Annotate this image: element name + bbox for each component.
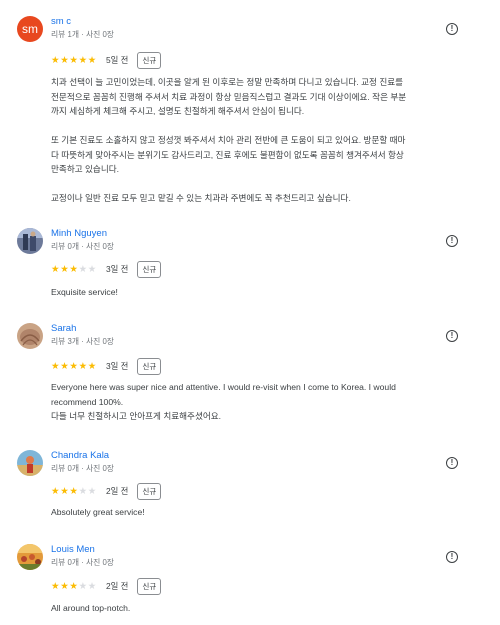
star-filled-icon: ★ [69, 360, 78, 372]
author-name[interactable]: Sarah [51, 323, 76, 334]
author-meta: 리뷰 0개 · 사진 0장 [51, 242, 114, 251]
star-filled-icon: ★ [60, 485, 69, 497]
star-rating: ★ ★ ★ ★ ★ [51, 486, 97, 497]
star-filled-icon: ★ [69, 263, 78, 275]
star-filled-icon: ★ [60, 580, 69, 592]
report-icon[interactable]: ! [446, 551, 458, 563]
author-meta: 리뷰 0개 · 사진 0장 [51, 464, 114, 473]
star-filled-icon: ★ [51, 54, 60, 66]
report-icon[interactable]: ! [446, 23, 458, 35]
review-text: Everyone here was super nice and attenti… [51, 380, 476, 424]
star-empty-icon: ★ [78, 580, 88, 592]
report-icon[interactable]: ! [446, 457, 458, 469]
avatar[interactable] [17, 228, 43, 254]
rating-row: ★ ★ ★ ★ ★ 3일 전 신규 [51, 357, 162, 375]
avatar[interactable]: sm [17, 16, 43, 42]
review-text: 치과 선택이 늘 고민이었는데, 이곳을 알게 된 이후로는 정말 만족하며 다… [51, 75, 476, 206]
review-text: All around top-notch. [51, 601, 476, 616]
new-badge: 신규 [137, 260, 162, 278]
review-paragraph: Absolutely great service! [51, 507, 145, 517]
star-rating: ★ ★ ★ ★ ★ [51, 264, 97, 275]
star-empty-icon: ★ [87, 263, 97, 275]
new-badge: 신규 [137, 482, 162, 500]
star-filled-icon: ★ [60, 360, 69, 372]
review-paragraph: 치과 선택이 늘 고민이었는데, 이곳을 알게 된 이후로는 정말 만족하며 다… [51, 77, 407, 116]
rating-row: ★ ★ ★ ★ ★ 3일 전 신규 [51, 260, 162, 278]
author-meta: 리뷰 3개 · 사진 0장 [51, 337, 114, 346]
new-badge: 신규 [137, 577, 162, 595]
review-date: 2일 전 [105, 581, 129, 591]
star-empty-icon: ★ [87, 580, 97, 592]
star-filled-icon: ★ [60, 54, 69, 66]
rating-row: ★ ★ ★ ★ ★ 2일 전 신규 [51, 482, 162, 500]
star-empty-icon: ★ [78, 485, 88, 497]
new-badge: 신규 [137, 51, 162, 69]
report-icon[interactable]: ! [446, 235, 458, 247]
star-filled-icon: ★ [69, 485, 78, 497]
star-rating: ★ ★ ★ ★ ★ [51, 361, 97, 372]
review-text: Absolutely great service! [51, 505, 476, 520]
rating-row: ★ ★ ★ ★ ★ 2일 전 신규 [51, 577, 162, 595]
avatar[interactable] [17, 450, 43, 476]
review-paragraph: Exquisite service! [51, 287, 118, 297]
review-paragraph: Everyone here was super nice and attenti… [51, 382, 396, 421]
star-filled-icon: ★ [51, 263, 60, 275]
rating-row: ★ ★ ★ ★ ★ 5일 전 신규 [51, 51, 162, 69]
star-rating: ★ ★ ★ ★ ★ [51, 581, 97, 592]
review-date: 5일 전 [105, 55, 129, 65]
star-filled-icon: ★ [51, 485, 60, 497]
author-name[interactable]: Minh Nguyen [51, 228, 107, 239]
star-empty-icon: ★ [87, 485, 97, 497]
avatar[interactable] [17, 544, 43, 570]
report-icon[interactable]: ! [446, 330, 458, 342]
author-meta: 리뷰 0개 · 사진 0장 [51, 558, 114, 567]
review-date: 3일 전 [105, 264, 129, 274]
star-filled-icon: ★ [87, 54, 97, 66]
author-name[interactable]: Louis Men [51, 544, 95, 555]
star-empty-icon: ★ [78, 263, 88, 275]
review-paragraph: All around top-notch. [51, 603, 131, 613]
avatar[interactable] [17, 323, 43, 349]
star-filled-icon: ★ [78, 360, 88, 372]
review-text: Exquisite service! [51, 285, 476, 300]
star-filled-icon: ★ [51, 580, 60, 592]
star-filled-icon: ★ [51, 360, 60, 372]
review-paragraph: 또 기본 진료도 소홀하지 않고 정성껏 봐주셔서 치아 관리 전반에 큰 도움… [51, 135, 406, 174]
review-date: 2일 전 [105, 486, 129, 496]
new-badge: 신규 [137, 357, 162, 375]
author-name[interactable]: Chandra Kala [51, 450, 109, 461]
star-filled-icon: ★ [60, 263, 69, 275]
author-name[interactable]: sm c [51, 16, 71, 27]
review-paragraph: 교정이나 일반 진료 모두 믿고 맡길 수 있는 치과라 주변에도 꼭 추천드리… [51, 193, 351, 203]
star-filled-icon: ★ [78, 54, 88, 66]
star-rating: ★ ★ ★ ★ ★ [51, 55, 97, 66]
star-filled-icon: ★ [69, 580, 78, 592]
star-filled-icon: ★ [69, 54, 78, 66]
author-meta: 리뷰 1개 · 사진 0장 [51, 30, 114, 39]
review-date: 3일 전 [105, 361, 129, 371]
star-filled-icon: ★ [87, 360, 97, 372]
